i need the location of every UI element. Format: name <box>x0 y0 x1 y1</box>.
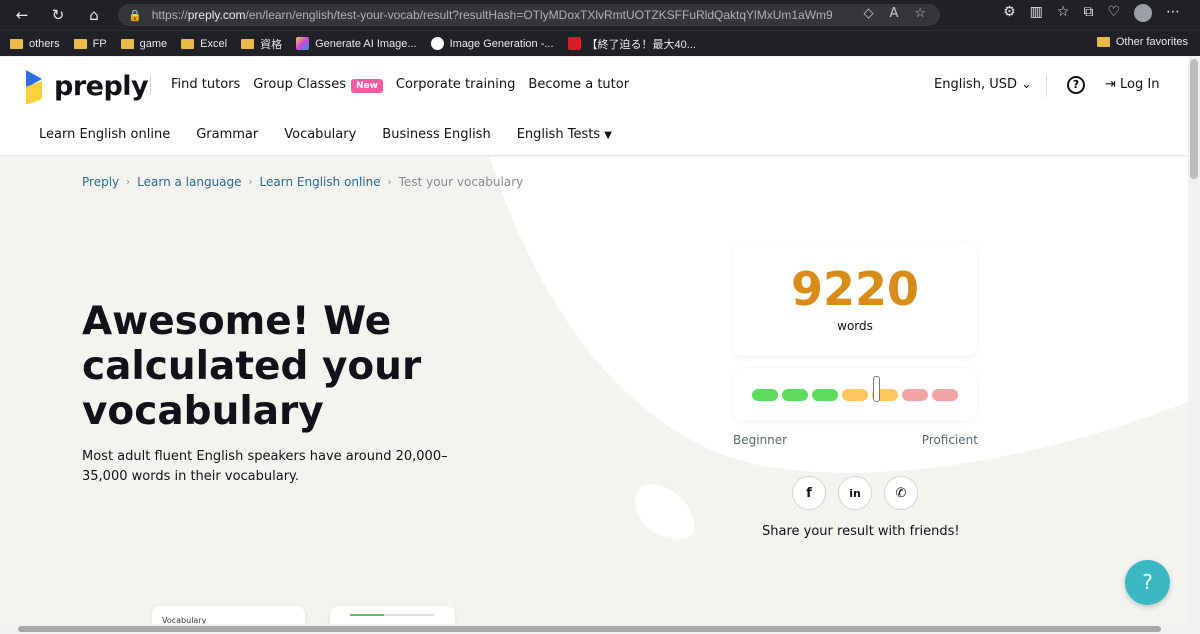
site-icon <box>430 37 444 50</box>
vertical-scrollbar[interactable] <box>1188 57 1200 624</box>
share-text: Share your result with friends! <box>762 524 960 539</box>
back-icon[interactable]: ← <box>8 1 36 29</box>
url-text: https://preply.com/en/learn/english/test… <box>151 8 832 22</box>
help-icon[interactable]: ? <box>1067 76 1085 94</box>
facebook-icon: f <box>806 485 812 501</box>
scale-segment <box>932 389 958 401</box>
level-scale-card <box>733 368 977 421</box>
page-title: Awesome! We calculated your vocabulary <box>82 299 422 434</box>
divider <box>1046 75 1047 97</box>
scale-segment <box>812 389 838 401</box>
nav-become-tutor[interactable]: Become a tutor <box>528 77 629 92</box>
preview-card: Vocabulary <box>152 606 305 624</box>
profile-avatar[interactable] <box>1134 4 1152 22</box>
nav-corporate-training[interactable]: Corporate training <box>396 77 515 92</box>
chevron-right-icon: › <box>126 176 131 188</box>
sub-nav: Learn English online Grammar Vocabulary … <box>39 127 612 142</box>
folder-icon <box>241 38 255 49</box>
logo-mark-icon <box>26 70 46 105</box>
scale-segment <box>842 389 868 401</box>
facebook-share-button[interactable]: f <box>792 476 826 510</box>
whatsapp-share-button[interactable]: ✆ <box>884 476 918 510</box>
folder-icon <box>120 38 134 49</box>
linkedin-icon: in <box>849 486 861 500</box>
preview-progress-card <box>330 606 455 624</box>
home-icon[interactable]: ⌂ <box>80 1 108 29</box>
site-header: preply Find tutors Group Classes New Corp… <box>0 57 1188 156</box>
site-icon <box>296 37 310 50</box>
page-subtitle: Most adult fluent English speakers have … <box>82 449 448 484</box>
folder-icon <box>73 38 87 49</box>
scale-marker <box>872 376 880 402</box>
share-buttons: f in ✆ <box>792 476 918 510</box>
help-chat-button[interactable]: ? <box>1125 560 1170 605</box>
scale-segment <box>902 389 928 401</box>
nav-find-tutors[interactable]: Find tutors <box>171 77 240 92</box>
bookmark-generate-ai[interactable]: Generate AI Image... <box>296 37 417 50</box>
bookmarks-bar: others FP game Excel 資格 Generate AI Imag… <box>0 30 1200 56</box>
scale-labels: Beginner Proficient <box>733 433 978 447</box>
breadcrumb-current: Test your vocabulary <box>398 175 524 189</box>
collections-icon[interactable]: ⧉ <box>1083 4 1093 22</box>
breadcrumb-preply[interactable]: Preply <box>82 175 119 189</box>
login-icon: ⇥ <box>1105 77 1116 92</box>
login-button[interactable]: ⇥ Log In <box>1105 77 1159 92</box>
split-screen-icon[interactable]: ▥ <box>1030 4 1043 22</box>
refresh-icon[interactable]: ↻ <box>44 1 72 29</box>
extensions-icon[interactable]: ⚙ <box>1003 4 1016 22</box>
bookmark-fp[interactable]: FP <box>73 38 107 50</box>
caret-down-icon: ▼ <box>604 130 612 141</box>
chevron-down-icon: ⌄ <box>1021 77 1033 92</box>
horizontal-scrollbar[interactable] <box>0 624 1200 634</box>
health-icon[interactable]: ♡ <box>1107 4 1120 22</box>
bookmark-image-generation[interactable]: Image Generation -... <box>430 37 554 50</box>
address-bar[interactable]: 🔒 https://preply.com/en/learn/english/te… <box>118 4 940 26</box>
breadcrumb-learn-language[interactable]: Learn a language <box>137 175 241 189</box>
browser-toolbar: ← ↻ ⌂ 🔒 https://preply.com/en/learn/engl… <box>0 0 1200 30</box>
chevron-right-icon: › <box>248 176 253 188</box>
level-beginner-label: Beginner <box>733 433 788 447</box>
word-count: 9220 <box>790 262 920 316</box>
favorites-icon[interactable]: ☆ <box>1057 4 1070 22</box>
subnav-learn-english[interactable]: Learn English online <box>39 127 170 142</box>
scale-segment <box>782 389 808 401</box>
subnav-vocabulary[interactable]: Vocabulary <box>284 127 356 142</box>
site-icon <box>567 37 581 50</box>
top-nav: Find tutors Group Classes New Corporate t… <box>171 77 629 93</box>
read-aloud-icon[interactable]: A <box>889 6 898 21</box>
subnav-english-tests[interactable]: English Tests ▼ <box>517 127 612 142</box>
bookmark-sale[interactable]: 【終了迫る！最大40... <box>567 36 696 52</box>
more-icon[interactable]: ⋯ <box>1166 4 1180 22</box>
scale-segment <box>752 389 778 401</box>
bookmark-game[interactable]: game <box>120 38 167 50</box>
subnav-grammar[interactable]: Grammar <box>196 127 258 142</box>
star-icon[interactable]: ☆ <box>914 6 926 21</box>
vocabulary-count-card: 9220 words <box>733 243 977 356</box>
folder-icon <box>10 38 23 49</box>
linkedin-share-button[interactable]: in <box>838 476 872 510</box>
nav-group-classes[interactable]: Group Classes New <box>253 77 383 93</box>
bookmark-others[interactable]: others <box>10 38 60 50</box>
bookmark-shikaku[interactable]: 資格 <box>241 36 282 52</box>
breadcrumb: Preply › Learn a language › Learn Englis… <box>82 175 523 189</box>
divider <box>150 75 151 95</box>
preply-logo[interactable]: preply <box>26 70 149 105</box>
page: preply Find tutors Group Classes New Corp… <box>0 57 1188 624</box>
bookmark-excel[interactable]: Excel <box>181 38 227 50</box>
lock-icon: 🔒 <box>128 8 142 22</box>
new-badge: New <box>350 79 383 93</box>
subnav-business-english[interactable]: Business English <box>382 127 490 142</box>
whatsapp-icon: ✆ <box>895 485 907 501</box>
tag-icon[interactable]: ◇ <box>863 6 873 21</box>
chevron-right-icon: › <box>387 176 392 188</box>
other-favorites[interactable]: Other favorites <box>1096 36 1188 48</box>
folder-icon <box>1096 37 1110 47</box>
level-proficient-label: Proficient <box>921 433 978 447</box>
folder-icon <box>181 38 195 49</box>
word-count-unit: words <box>837 319 873 333</box>
breadcrumb-learn-english[interactable]: Learn English online <box>260 175 381 189</box>
language-currency-selector[interactable]: English, USD ⌄ <box>934 77 1032 92</box>
